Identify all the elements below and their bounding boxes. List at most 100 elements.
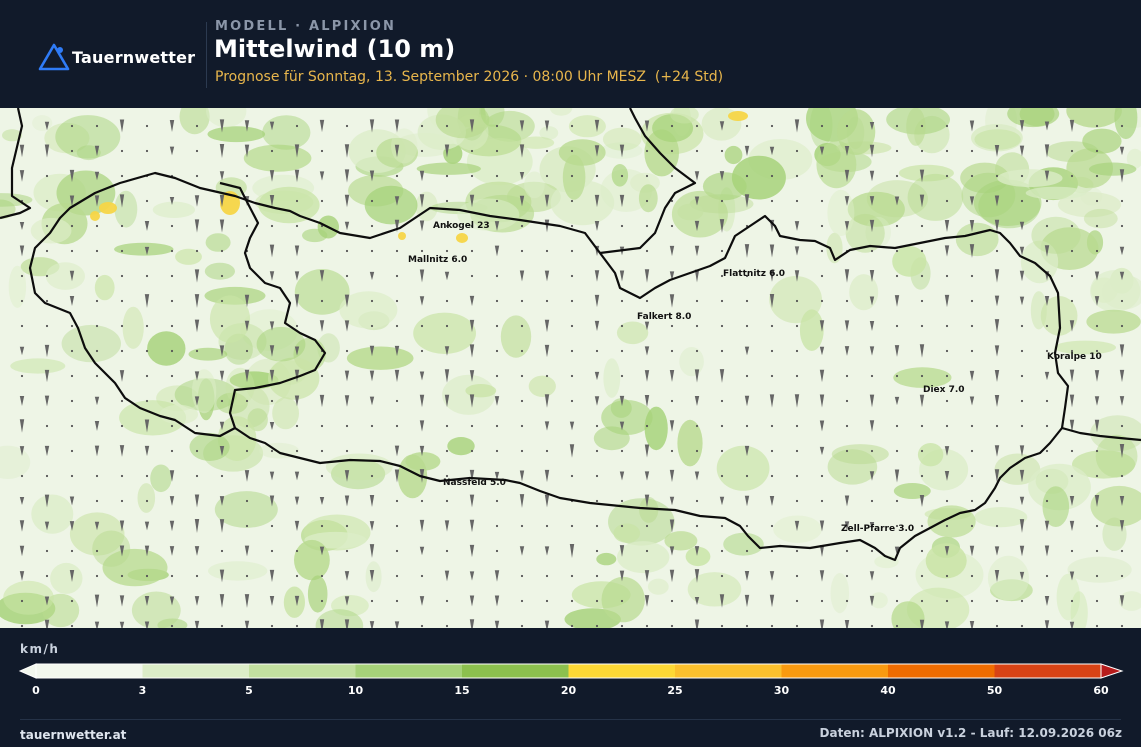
calm-dot bbox=[970, 299, 974, 303]
calm-dot bbox=[670, 174, 674, 178]
brand-logo[interactable]: Tauernwetter bbox=[38, 42, 195, 72]
calm-dot bbox=[495, 374, 499, 378]
calm-dot bbox=[70, 599, 74, 603]
calm-dot bbox=[745, 174, 749, 178]
calm-dot bbox=[95, 474, 99, 478]
calm-dot bbox=[1120, 199, 1124, 203]
calm-dot bbox=[70, 549, 74, 553]
footer-site-link[interactable]: tauernwetter.at bbox=[20, 728, 126, 742]
wind-arrow bbox=[69, 496, 75, 506]
wind-arrow bbox=[769, 244, 775, 258]
wind-arrow bbox=[469, 295, 475, 307]
calm-dot bbox=[1070, 299, 1074, 303]
wind-arrow bbox=[469, 519, 475, 533]
calm-dot bbox=[95, 499, 99, 503]
wind-arrow bbox=[894, 396, 900, 406]
calm-dot bbox=[520, 574, 524, 578]
calm-dot bbox=[795, 374, 799, 378]
wind-patch bbox=[849, 274, 879, 311]
calm-dot bbox=[670, 349, 674, 353]
wind-patch bbox=[283, 586, 305, 618]
wind-arrow bbox=[669, 294, 675, 308]
calm-dot bbox=[45, 474, 49, 478]
wind-arrow bbox=[369, 271, 375, 281]
calm-dot bbox=[595, 574, 599, 578]
calm-dot bbox=[895, 149, 899, 153]
calm-dot bbox=[45, 299, 49, 303]
calm-dot bbox=[745, 524, 749, 528]
calm-dot bbox=[845, 599, 849, 603]
calm-dot bbox=[570, 124, 574, 128]
wind-arrow bbox=[644, 595, 650, 607]
calm-dot bbox=[720, 199, 724, 203]
calm-dot bbox=[1045, 449, 1049, 453]
calm-dot bbox=[1120, 424, 1124, 428]
wind-arrow bbox=[369, 396, 375, 406]
wind-arrow bbox=[769, 394, 775, 408]
calm-dot bbox=[445, 499, 449, 503]
wind-arrow bbox=[419, 170, 425, 182]
wind-arrow bbox=[19, 419, 25, 433]
calm-dot bbox=[20, 474, 24, 478]
calm-dot bbox=[95, 274, 99, 278]
calm-dot bbox=[770, 624, 774, 628]
wind-arrow bbox=[394, 369, 400, 383]
calm-dot bbox=[45, 199, 49, 203]
wind-arrow bbox=[1069, 119, 1075, 133]
wind-patch bbox=[997, 169, 1063, 188]
wind-patch bbox=[150, 464, 172, 493]
calm-dot bbox=[545, 149, 549, 153]
wind-arrow bbox=[694, 171, 700, 181]
calm-dot bbox=[570, 224, 574, 228]
calm-dot bbox=[445, 474, 449, 478]
station-label: Nassfeld 5.0 bbox=[443, 478, 506, 488]
calm-dot bbox=[1120, 224, 1124, 228]
wind-patch bbox=[1082, 128, 1122, 154]
wind-arrow bbox=[1044, 371, 1050, 381]
wind-arrow bbox=[944, 294, 950, 308]
wind-map[interactable]: Ankogel 23 Mallnitz 6.0 Flattnitz 6.0 Falke… bbox=[0, 108, 1141, 628]
calm-dot bbox=[545, 174, 549, 178]
calm-dot bbox=[595, 424, 599, 428]
calm-dot bbox=[245, 449, 249, 453]
wind-arrow bbox=[544, 270, 550, 282]
wind-arrow bbox=[269, 471, 275, 481]
calm-dot bbox=[795, 549, 799, 553]
calm-dot bbox=[920, 574, 924, 578]
wind-arrow bbox=[1119, 396, 1125, 406]
calm-dot bbox=[520, 524, 524, 528]
wind-arrow bbox=[19, 571, 25, 581]
calm-dot bbox=[320, 199, 324, 203]
calm-dot bbox=[945, 324, 949, 328]
calm-dot bbox=[695, 299, 699, 303]
wind-arrow bbox=[144, 521, 150, 531]
wind-patch bbox=[122, 306, 144, 349]
wind-arrow bbox=[1044, 121, 1050, 131]
calm-dot bbox=[520, 599, 524, 603]
wind-arrow bbox=[169, 146, 175, 156]
calm-dot bbox=[620, 174, 624, 178]
wind-arrow bbox=[644, 370, 650, 382]
calm-dot bbox=[720, 399, 724, 403]
calm-dot bbox=[1070, 274, 1074, 278]
calm-dot bbox=[1095, 624, 1099, 628]
wind-arrow bbox=[119, 370, 125, 382]
calm-dot bbox=[970, 324, 974, 328]
wind-arrow bbox=[494, 620, 500, 628]
calm-dot bbox=[45, 324, 49, 328]
wind-arrow bbox=[19, 545, 25, 557]
calm-dot bbox=[570, 299, 574, 303]
strong-wind-patch bbox=[90, 211, 100, 221]
wind-patch bbox=[8, 265, 27, 308]
calm-dot bbox=[720, 549, 724, 553]
calm-dot bbox=[1020, 324, 1024, 328]
legend-swatch bbox=[568, 664, 676, 678]
legend-tick-label: 0 bbox=[32, 684, 40, 697]
wind-arrow bbox=[469, 619, 475, 628]
wind-arrow bbox=[119, 119, 125, 133]
calm-dot bbox=[595, 349, 599, 353]
calm-dot bbox=[895, 124, 899, 128]
calm-dot bbox=[870, 249, 874, 253]
wind-arrow bbox=[669, 569, 675, 583]
wind-arrow bbox=[344, 194, 350, 208]
